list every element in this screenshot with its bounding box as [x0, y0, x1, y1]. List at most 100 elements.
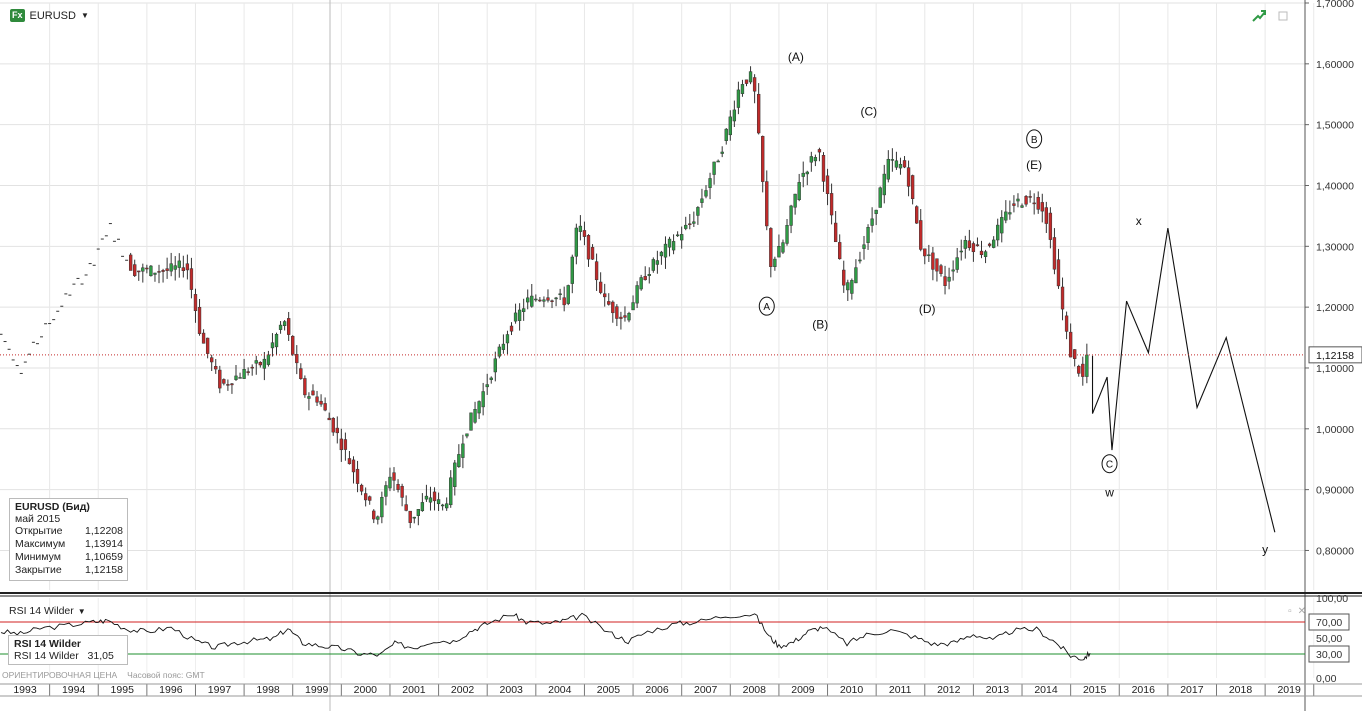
candle-body — [882, 173, 886, 196]
info-period: май 2015 — [15, 513, 61, 525]
info-row-low: Минимум 1,10659 — [15, 551, 123, 563]
candle-body — [509, 325, 514, 332]
candle-body — [923, 248, 927, 257]
candle-body — [862, 244, 866, 249]
candle-body — [1032, 202, 1036, 205]
xtick-label: 2011 — [889, 684, 912, 696]
candle-body — [651, 259, 655, 271]
candle-body — [234, 375, 238, 380]
wave-label: (D) — [919, 302, 936, 316]
candle-body — [210, 357, 214, 363]
ytick-label: 1,70000 — [1316, 0, 1354, 10]
restore-icon[interactable]: ▫ — [1288, 606, 1292, 617]
symbol-dropdown-icon[interactable]: ▼ — [81, 11, 89, 20]
candle-body — [996, 224, 1000, 241]
candle-body — [193, 294, 198, 312]
timezone-label: Часовой пояс: GMT — [127, 670, 205, 680]
candle-body — [197, 306, 202, 334]
fx-badge[interactable]: Fx — [10, 9, 25, 22]
candle-body — [141, 267, 145, 272]
candle-body — [704, 190, 708, 197]
candle-body — [971, 243, 976, 253]
candle-body — [550, 300, 554, 302]
candle-body — [1073, 349, 1077, 359]
rsi-title[interactable]: RSI 14 Wilder — [9, 605, 74, 617]
ytick-label: 1,50000 — [1316, 120, 1354, 132]
candle-body — [732, 109, 737, 122]
wave-label: A — [763, 302, 770, 313]
candle-body — [128, 254, 133, 271]
candle-body — [712, 161, 716, 175]
candle-body — [898, 163, 903, 169]
candle-body — [615, 306, 619, 319]
xtick-label: 2007 — [694, 684, 718, 696]
current-price-label: 1,12158 — [1316, 350, 1354, 362]
xtick-label: 2002 — [451, 684, 475, 696]
candle-body — [335, 427, 339, 434]
xtick-label: 1995 — [111, 684, 135, 696]
candle-body — [432, 491, 437, 502]
candle-body — [177, 260, 181, 268]
candle-body — [270, 342, 275, 349]
rsi-dropdown-icon[interactable]: ▼ — [78, 607, 86, 616]
candle-body — [1077, 365, 1081, 374]
candle-body — [250, 366, 254, 369]
wave-label: (A) — [788, 50, 804, 64]
candle-body — [647, 274, 651, 276]
candle-body — [363, 493, 368, 501]
trend-arrow-icon[interactable] — [1252, 10, 1266, 22]
candle-body — [376, 516, 380, 520]
candle-body — [526, 297, 530, 303]
candle-body — [570, 256, 574, 284]
candle-body — [461, 443, 465, 458]
candle-body — [655, 260, 660, 265]
candle-body — [829, 193, 834, 216]
symbol-label[interactable]: EURUSD — [30, 10, 76, 22]
candle-body — [931, 252, 935, 270]
candle-body — [169, 263, 173, 272]
candle-body — [927, 254, 931, 257]
maximize-icon[interactable] — [1278, 11, 1288, 21]
candle-body — [720, 151, 724, 154]
xtick-label: 1997 — [208, 684, 232, 696]
candle-body — [619, 316, 623, 319]
candle-body — [789, 205, 793, 226]
candle-body — [473, 408, 477, 423]
candle-body — [521, 308, 526, 312]
xtick-label: 2008 — [743, 684, 767, 696]
candle-body — [886, 158, 890, 180]
candle-body — [501, 343, 506, 350]
candle-body — [635, 285, 639, 304]
candle-body — [967, 240, 972, 248]
xtick-label: 2012 — [937, 684, 961, 696]
candle-body — [728, 116, 732, 136]
candle-body — [667, 238, 672, 248]
chart-header: Fx EURUSD ▼ — [10, 9, 89, 22]
candle-body — [935, 258, 939, 272]
candle-body — [368, 496, 372, 501]
candle-body — [291, 335, 295, 355]
candle-body — [542, 299, 546, 302]
candle-body — [983, 251, 988, 257]
candle-body — [671, 241, 676, 251]
candle-body — [436, 499, 441, 505]
candle-body — [396, 484, 400, 490]
xtick-label: 2005 — [597, 684, 621, 696]
candle-body — [955, 257, 959, 270]
xtick-label: 2006 — [645, 684, 669, 696]
candle-body — [874, 209, 878, 214]
eurusd-chart[interactable]: A (A) (B) (C) (D) B (E) Cw x y 0,80000 0,90000 1,00… — [0, 0, 1362, 711]
close-icon[interactable]: ✕ — [1298, 606, 1306, 617]
candle-body — [181, 267, 185, 271]
candle-body — [590, 247, 595, 260]
candle-body — [866, 227, 870, 243]
candle-body — [145, 267, 149, 270]
candle-body — [663, 243, 668, 258]
rsi-line — [0, 612, 1091, 661]
candle-body — [854, 267, 858, 284]
candle-body — [307, 396, 311, 399]
xtick-label: 2016 — [1132, 684, 1156, 696]
rsi-box-title: RSI 14 Wilder — [14, 638, 82, 650]
xtick-label: 2014 — [1034, 684, 1058, 696]
candle-body — [339, 438, 344, 451]
